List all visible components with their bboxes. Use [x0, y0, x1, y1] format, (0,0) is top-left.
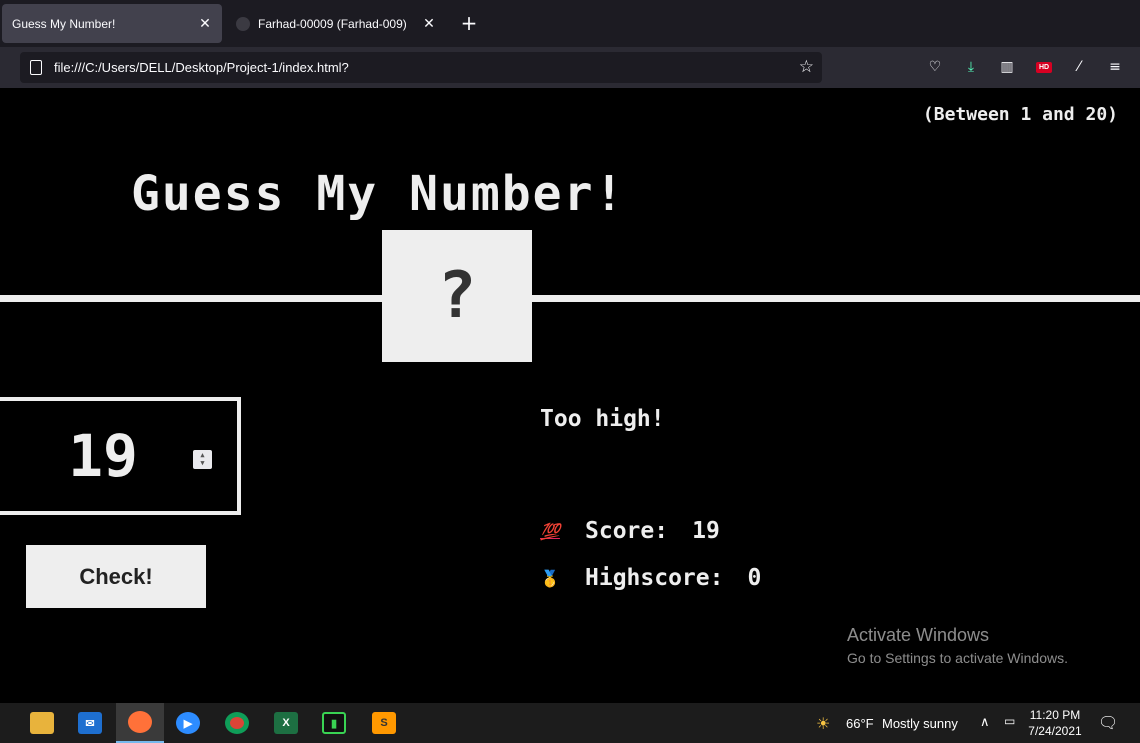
guess-value[interactable]: 19	[68, 422, 138, 490]
chrome-button[interactable]	[213, 703, 261, 743]
highscore-label: Highscore:	[585, 565, 724, 591]
sublime-text-icon: S	[372, 712, 396, 734]
zoom-icon: ▶	[176, 712, 200, 734]
watermark-title: Activate Windows	[847, 625, 990, 645]
address-bar[interactable]: file:///C:/Users/DELL/Desktop/Project-1/…	[20, 52, 822, 83]
check-button[interactable]: Check!	[26, 545, 206, 608]
tab-title: Guess My Number!	[12, 16, 116, 31]
close-tab-icon[interactable]: ✕	[198, 16, 212, 30]
divider-line	[0, 295, 1140, 302]
tab-guess-my-number[interactable]: Guess My Number! ✕	[2, 4, 222, 43]
hd-extension-icon[interactable]: HD	[1036, 62, 1052, 73]
firefox-icon	[128, 711, 152, 733]
excel-icon: X	[274, 712, 298, 734]
github-icon	[236, 16, 250, 31]
weather-temp[interactable]: 66°F	[846, 716, 874, 731]
score-value: 19	[692, 518, 720, 544]
url-text[interactable]: file:///C:/Users/DELL/Desktop/Project-1/…	[54, 60, 349, 75]
tab-bar: Guess My Number! ✕ Farhad-00009 (Farhad-…	[0, 0, 1140, 47]
download-icon[interactable]: ⤓	[962, 58, 980, 76]
tab-title: Farhad-00009 (Farhad-009)	[258, 16, 407, 31]
weather-text[interactable]: Mostly sunny	[882, 716, 958, 731]
page-title: Guess My Number!	[131, 166, 626, 222]
tab-github-profile[interactable]: Farhad-00009 (Farhad-009) ✕	[226, 4, 446, 43]
file-explorer-button[interactable]	[18, 703, 66, 743]
watermark-subtitle: Go to Settings to activate Windows.	[847, 650, 1068, 666]
guess-input[interactable]: 19 ▲ ▼	[0, 397, 241, 515]
folder-icon	[30, 712, 54, 734]
battery-icon[interactable]: ▭	[1004, 714, 1015, 728]
terminal-button[interactable]: ▮	[310, 703, 358, 743]
mail-button[interactable]: ✉	[66, 703, 114, 743]
chrome-icon	[225, 712, 249, 734]
close-tab-icon[interactable]: ✕	[422, 16, 436, 30]
page-icon	[30, 60, 42, 75]
range-hint: (Between 1 and 20)	[922, 104, 1118, 125]
notification-icon[interactable]: 🗨	[1098, 713, 1118, 733]
chevron-up-icon[interactable]: ∧	[980, 714, 990, 730]
firefox-button[interactable]	[116, 703, 164, 743]
zoom-button[interactable]: ▶	[164, 703, 212, 743]
sublime-text-button[interactable]: S	[360, 703, 408, 743]
status-message: Too high!	[540, 406, 665, 432]
highscore-value: 0	[747, 565, 762, 591]
secret-number-box: ?	[382, 230, 532, 362]
activate-windows-watermark: Activate Windows Go to Settings to activ…	[847, 625, 1068, 666]
score-row: 💯 Score: 19	[540, 518, 720, 544]
mail-icon: ✉	[78, 712, 102, 734]
color-picker-icon[interactable]: ⁄	[1070, 58, 1088, 76]
terminal-icon: ▮	[322, 712, 346, 734]
medal-icon: 🥇	[540, 568, 560, 588]
highscore-row: 🥇 Highscore: 0	[540, 565, 761, 591]
windows-taskbar: ✉ ▶ X ▮ S ☀ 66°F Mostly sunny ∧ ▭ 11:20 …	[0, 703, 1140, 743]
clock-time: 11:20 PM	[1029, 708, 1081, 722]
weather-sun-icon: ☀	[816, 716, 831, 733]
menu-icon[interactable]: ≡	[1106, 58, 1124, 76]
bookmark-star-icon[interactable]: ☆	[799, 57, 814, 77]
number-spinner[interactable]: ▲ ▼	[193, 450, 212, 469]
sidebar-icon[interactable]: ▥	[998, 58, 1016, 76]
system-clock[interactable]: 11:20 PM 7/24/2021	[1022, 707, 1088, 739]
pocket-icon[interactable]: ♡	[926, 58, 944, 76]
new-tab-button[interactable]: +	[458, 12, 480, 34]
clock-date: 7/24/2021	[1028, 724, 1082, 738]
hundred-points-icon: 💯	[540, 521, 560, 541]
excel-button[interactable]: X	[262, 703, 310, 743]
navigation-bar: file:///C:/Users/DELL/Desktop/Project-1/…	[0, 47, 1140, 88]
game-page: (Between 1 and 20) Guess My Number! ? 19…	[0, 88, 1140, 703]
score-label: Score:	[585, 518, 669, 544]
